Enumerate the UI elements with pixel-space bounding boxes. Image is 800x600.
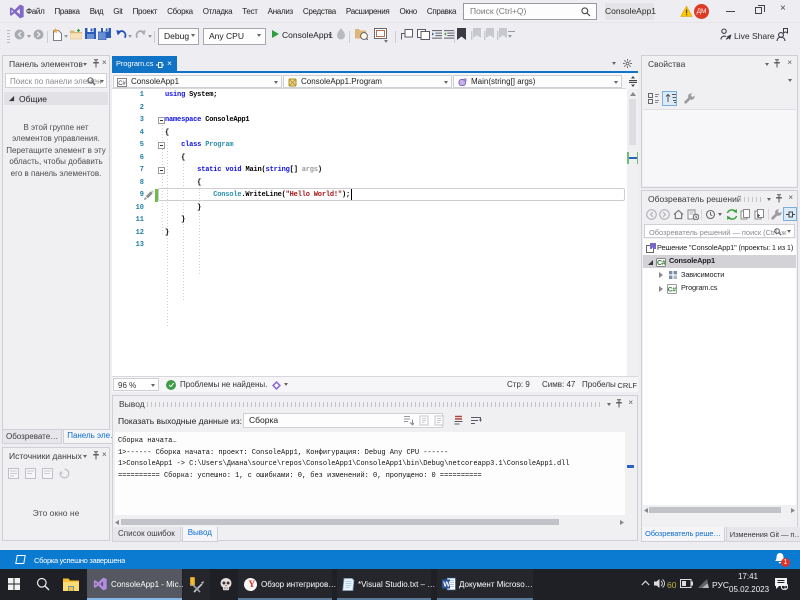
- svg-text:W: W: [443, 580, 451, 589]
- svg-text:C#: C#: [668, 286, 677, 293]
- svg-text:C#: C#: [118, 81, 126, 87]
- svg-text:C#: C#: [657, 260, 666, 267]
